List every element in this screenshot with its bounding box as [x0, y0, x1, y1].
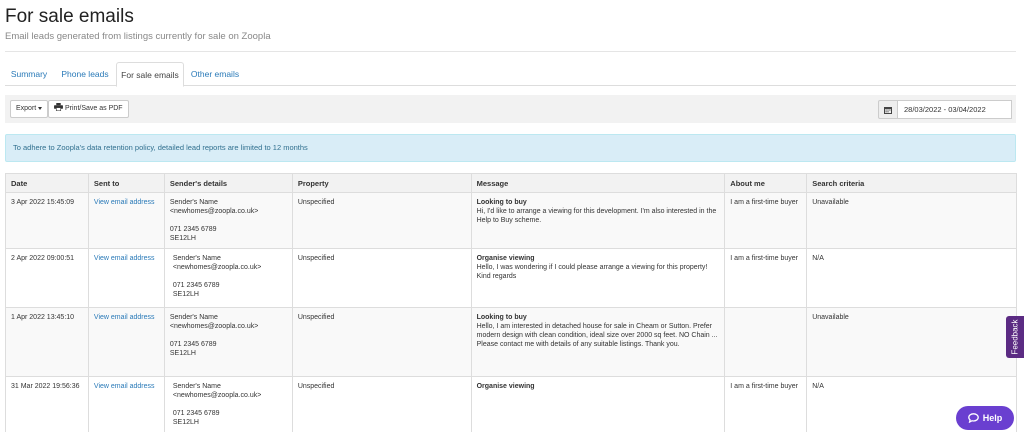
cell-date: 2 Apr 2022 09:00:51	[5, 248, 89, 308]
cell-message: Looking to buy Hello, I am interested in…	[470, 307, 726, 377]
cell-search-criteria: Unavailable	[806, 192, 1017, 249]
column-header-sent-to: Sent to	[87, 173, 165, 193]
title-divider	[5, 51, 1016, 52]
message-title: Organise viewing	[476, 383, 535, 390]
column-header-about-me: About me	[724, 173, 808, 193]
cell-property: Unspecified	[291, 192, 472, 249]
sender-postcode: SE12LH	[169, 235, 196, 242]
export-button[interactable]: Export	[10, 100, 49, 118]
cell-sent-to: View email address	[87, 307, 165, 377]
printer-icon	[54, 103, 63, 111]
cell-sender-details: Sender's Name <newhomes@zoopla.co.uk> 07…	[163, 192, 293, 249]
cell-sender-details: Sender's Name <newhomes@zoopla.co.uk> 07…	[163, 376, 293, 432]
table-row: 1 Apr 2022 13:45:10 View email address S…	[5, 307, 1017, 377]
column-header-search-criteria: Search criteria	[806, 173, 1017, 193]
message-title: Looking to buy	[476, 314, 527, 321]
toolbar: Export Print/Save as PDF 28/03/2022 - 03…	[5, 95, 1016, 123]
sender-name: Sender's Name	[172, 383, 221, 390]
page-subtitle: Email leads generated from listings curr…	[5, 31, 271, 42]
feedback-tab[interactable]: Feedback	[1006, 316, 1024, 358]
message-body: Hi, I'd like to arrange a viewing for th…	[476, 208, 717, 224]
column-header-date: Date	[5, 173, 89, 193]
cell-sent-to: View email address	[87, 192, 165, 249]
sender-name: Sender's Name	[172, 255, 221, 262]
sender-email: <newhomes@zoopla.co.uk>	[172, 392, 262, 399]
cell-sender-details: Sender's Name <newhomes@zoopla.co.uk> 07…	[163, 248, 293, 308]
caret-down-icon	[38, 106, 43, 110]
cell-message: Looking to buy Hi, I'd like to arrange a…	[470, 192, 726, 249]
column-header-message: Message	[470, 173, 726, 193]
sender-phone: 071 2345 6789	[169, 226, 217, 233]
sender-email: <newhomes@zoopla.co.uk>	[169, 323, 259, 330]
view-email-link[interactable]: View email address	[94, 199, 155, 206]
sender-postcode: SE12LH	[169, 350, 196, 357]
cell-about-me: I am a first-time buyer	[724, 376, 808, 432]
date-range-input[interactable]: 28/03/2022 - 03/04/2022	[898, 100, 1012, 119]
table-row: 3 Apr 2022 15:45:09 View email address S…	[5, 192, 1017, 249]
cell-about-me: I am a first-time buyer	[724, 248, 808, 308]
sender-postcode: SE12LH	[172, 419, 199, 426]
sender-email: <newhomes@zoopla.co.uk>	[172, 264, 262, 271]
leads-table: Date Sent to Sender's details Property M…	[5, 173, 1017, 432]
cell-date: 3 Apr 2022 15:45:09	[5, 192, 89, 249]
cell-about-me: I am a first-time buyer	[724, 192, 808, 249]
view-email-link[interactable]: View email address	[94, 383, 155, 390]
tab-summary[interactable]: Summary	[5, 62, 53, 86]
print-label: Print/Save as PDF	[65, 105, 123, 112]
cell-about-me	[724, 307, 808, 377]
feedback-label: Feedback	[1010, 319, 1020, 355]
table-row: 31 Mar 2022 19:56:36 View email address …	[5, 376, 1017, 432]
column-header-property: Property	[291, 173, 472, 193]
tab-other-emails[interactable]: Other emails	[186, 62, 244, 86]
calendar-icon	[884, 106, 892, 114]
cell-property: Unspecified	[291, 376, 472, 432]
help-button[interactable]: Help	[956, 406, 1014, 430]
cell-search-criteria: N/A	[806, 248, 1017, 308]
table-row: 2 Apr 2022 09:00:51 View email address S…	[5, 248, 1017, 308]
cell-property: Unspecified	[291, 248, 472, 308]
view-email-link[interactable]: View email address	[94, 255, 155, 262]
cell-sender-details: Sender's Name <newhomes@zoopla.co.uk> 07…	[163, 307, 293, 377]
cell-property: Unspecified	[291, 307, 472, 377]
tab-phone-leads[interactable]: Phone leads	[55, 62, 115, 86]
table-header-row: Date Sent to Sender's details Property M…	[5, 173, 1017, 193]
cell-message: Organise viewing	[470, 376, 726, 432]
page-title: For sale emails	[5, 6, 134, 27]
sender-phone: 071 2345 6789	[172, 410, 220, 417]
date-range-picker: 28/03/2022 - 03/04/2022	[878, 100, 1012, 119]
message-title: Organise viewing	[476, 255, 535, 262]
chat-bubble-icon	[967, 413, 979, 423]
cell-search-criteria: Unavailable	[806, 307, 1017, 377]
cell-message: Organise viewing Hello, I was wondering …	[470, 248, 726, 308]
sender-name: Sender's Name	[169, 199, 218, 206]
sender-email: <newhomes@zoopla.co.uk>	[169, 208, 259, 215]
retention-policy-alert: To adhere to Zoopla's data retention pol…	[5, 134, 1016, 162]
sender-name: Sender's Name	[169, 314, 218, 321]
sender-phone: 071 2345 6789	[172, 282, 220, 289]
cell-date: 1 Apr 2022 13:45:10	[5, 307, 89, 377]
tab-for-sale-emails[interactable]: For sale emails	[116, 62, 184, 87]
export-label: Export	[16, 105, 37, 112]
column-header-sender-details: Sender's details	[163, 173, 293, 193]
tab-bar: Summary Phone leads For sale emails Othe…	[5, 62, 1016, 87]
print-save-pdf-button[interactable]: Print/Save as PDF	[48, 100, 129, 118]
message-body: Hello, I was wondering if I could please…	[476, 264, 708, 280]
cell-date: 31 Mar 2022 19:56:36	[5, 376, 89, 432]
calendar-button[interactable]	[878, 100, 898, 119]
cell-sent-to: View email address	[87, 248, 165, 308]
view-email-link[interactable]: View email address	[94, 314, 155, 321]
help-label: Help	[982, 413, 1003, 423]
sender-postcode: SE12LH	[172, 291, 199, 298]
message-body: Hello, I am interested in detached house…	[476, 323, 718, 348]
sender-phone: 071 2345 6789	[169, 341, 217, 348]
message-title: Looking to buy	[476, 199, 527, 206]
cell-sent-to: View email address	[87, 376, 165, 432]
